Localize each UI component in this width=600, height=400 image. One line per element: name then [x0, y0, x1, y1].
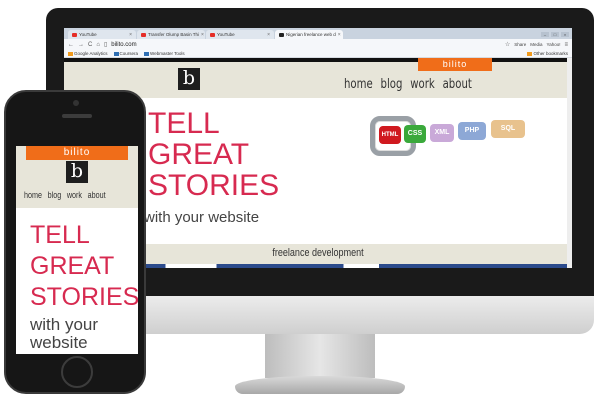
minimize-icon[interactable]: –: [541, 32, 549, 37]
coursera-icon: [113, 51, 119, 56]
home-icon[interactable]: ⌂: [96, 42, 100, 48]
browser-tab[interactable]: YouTube ×: [206, 30, 274, 39]
phone-site-logo[interactable]: b: [66, 161, 88, 183]
close-icon[interactable]: ×: [201, 32, 204, 38]
extension-media[interactable]: Media: [530, 42, 542, 47]
nav-blog[interactable]: blog: [381, 77, 403, 92]
nav-home[interactable]: home: [344, 77, 373, 92]
phone-hero-title-line: GREAT: [30, 252, 115, 280]
hero-subtitle: with your website: [144, 209, 260, 226]
html-badge: HTML: [379, 126, 401, 144]
reload-icon[interactable]: C: [88, 42, 92, 48]
phone-hero-title: TELL GREAT STORIES: [30, 220, 138, 313]
youtube-icon: [210, 32, 215, 37]
xml-badge: XML: [430, 124, 454, 142]
tab-title: Transfer Olump Basin Thi: [148, 32, 200, 37]
tab-title: YouTube: [217, 32, 235, 37]
phone-hero-subtitle: with your website: [30, 316, 98, 352]
maximize-icon[interactable]: □: [551, 32, 559, 37]
hero-title-line: TELL: [148, 107, 220, 140]
browser-tab-active[interactable]: Nigerian freelance web d ×: [275, 30, 343, 39]
page-scrollbar[interactable]: [567, 58, 572, 268]
site-logo[interactable]: b: [178, 68, 200, 90]
camera-icon: [73, 100, 79, 106]
url-field[interactable]: bilito.com: [111, 42, 501, 48]
brand-tab[interactable]: bilito: [418, 58, 492, 71]
close-icon[interactable]: ×: [267, 32, 270, 38]
bookmarks-bar: Google Analytics Coursera Webmaster Tool…: [64, 50, 572, 58]
close-window-icon[interactable]: ×: [561, 32, 569, 37]
bookmark-label: Webmaster Tools: [150, 51, 185, 56]
tech-badges: HTML CSS XML PHP SQL: [370, 114, 528, 156]
menu-icon[interactable]: ≡: [564, 42, 568, 48]
address-toolbar: ← → C ⌂ ▯ bilito.com ☆ Share Media Yahoo…: [64, 39, 572, 50]
tab-title: YouTube: [79, 32, 97, 37]
close-icon[interactable]: ×: [129, 32, 132, 38]
nav-work[interactable]: work: [410, 77, 435, 92]
bookmark-label: Coursera: [119, 51, 139, 56]
phone-nav-blog[interactable]: blog: [48, 190, 62, 200]
page-icon: ▯: [103, 42, 108, 48]
phone-hero-title-line: STORIES: [30, 283, 138, 311]
phone-brand-tab[interactable]: bilito: [26, 146, 128, 160]
youtube-icon: [72, 32, 77, 37]
window-controls: – □ ×: [541, 32, 572, 39]
phone-frame: bilito b home blog work about TELL GREAT…: [4, 90, 146, 394]
php-badge: PHP: [458, 122, 486, 140]
analytics-icon: [68, 51, 73, 56]
phone-hero-title-line: TELL: [30, 221, 90, 249]
browser-tab-bar: YouTube × Transfer Olump Basin Thi × You…: [64, 28, 572, 39]
phone-hero-subtitle-line: with your: [30, 315, 99, 334]
extension-yahoo[interactable]: Yahoo!: [547, 42, 561, 47]
browser-tab[interactable]: Transfer Olump Basin Thi ×: [137, 30, 205, 39]
css-badge: CSS: [404, 125, 426, 143]
extension-share[interactable]: Share: [514, 42, 526, 47]
phone-nav: home blog work about: [24, 190, 106, 200]
other-bookmarks[interactable]: Other bookmarks: [527, 51, 568, 56]
star-icon[interactable]: ☆: [505, 41, 510, 48]
bookmark-item[interactable]: Coursera: [113, 51, 139, 56]
bilito-icon: [279, 32, 284, 37]
phone-nav-about[interactable]: about: [88, 190, 106, 200]
tab-title: Nigerian freelance web d: [286, 32, 336, 37]
hero-title: TELL GREAT STORIES: [148, 108, 279, 201]
hero-title-line: GREAT: [148, 138, 250, 171]
hero-title-line: STORIES: [148, 169, 280, 202]
youtube-icon: [141, 32, 146, 37]
forward-icon[interactable]: →: [78, 42, 84, 48]
phone-nav-work[interactable]: work: [67, 190, 82, 200]
nav-about[interactable]: about: [443, 77, 472, 92]
sql-badge: SQL: [491, 120, 525, 138]
bookmark-label: Other bookmarks: [533, 51, 568, 56]
band-title: freelance development: [272, 247, 364, 259]
bookmark-label: Google Analytics: [74, 51, 108, 56]
speaker-grille: [62, 114, 92, 118]
phone-nav-home[interactable]: home: [24, 190, 42, 200]
site-nav: home blog work about: [344, 77, 472, 92]
phone-hero-subtitle-line: website: [30, 333, 88, 352]
close-icon[interactable]: ×: [338, 32, 341, 38]
monitor-stand: [265, 334, 375, 378]
home-button[interactable]: [61, 356, 93, 388]
browser-tab[interactable]: YouTube ×: [68, 30, 136, 39]
webmaster-icon: [144, 51, 150, 56]
back-icon[interactable]: ←: [68, 42, 74, 48]
bookmark-item[interactable]: Google Analytics: [68, 51, 108, 56]
phone-screen: bilito b home blog work about TELL GREAT…: [16, 146, 138, 354]
phone-site-header: bilito b home blog work about: [16, 146, 138, 208]
site-header: b bilito home blog work about: [64, 58, 572, 98]
folder-icon: [527, 51, 533, 56]
monitor-base: [235, 376, 405, 394]
bookmark-item[interactable]: Webmaster Tools: [144, 51, 185, 56]
